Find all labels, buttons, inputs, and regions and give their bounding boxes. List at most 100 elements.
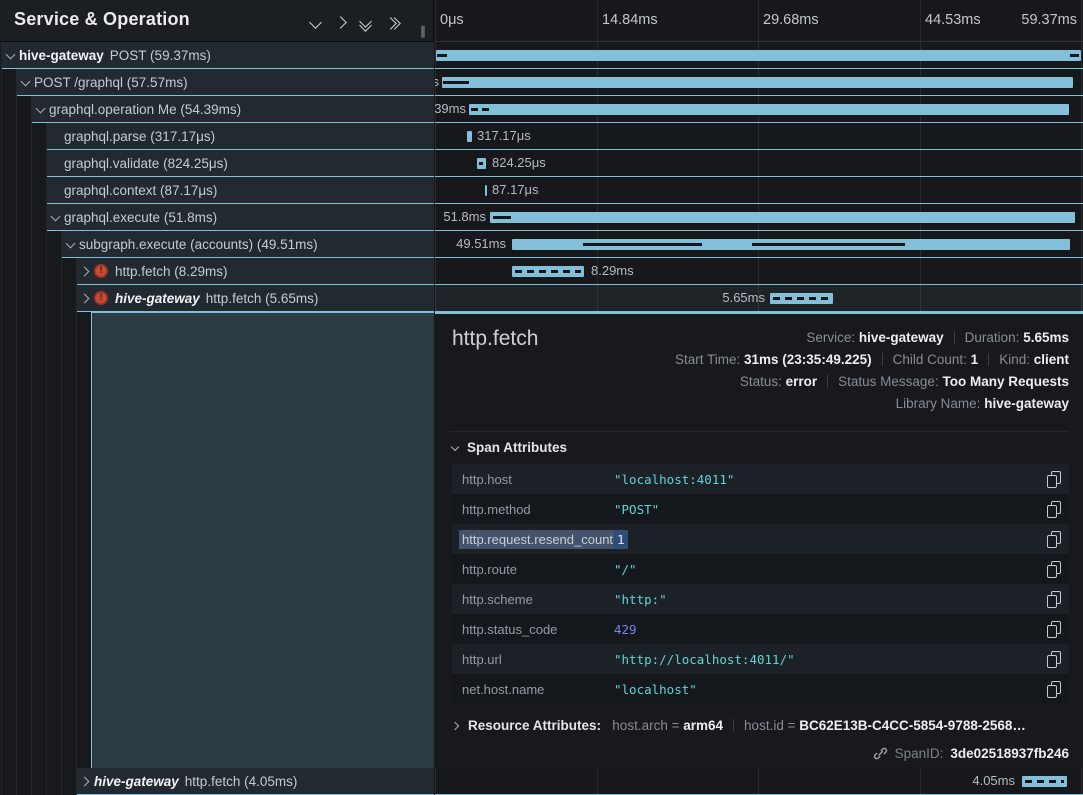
- meta-status-message: Too Many Requests: [942, 374, 1069, 389]
- copy-icon[interactable]: [1046, 681, 1061, 698]
- copy-icon[interactable]: [1046, 621, 1061, 638]
- span-bar-row[interactable]: 824.25μs: [435, 150, 1083, 177]
- timeline-axis: 0μs 14.84ms 29.68ms 44.53ms 59.37ms: [435, 0, 1083, 42]
- tree-row-hive-gateway-post[interactable]: hive-gateway POST (59.37ms): [2, 42, 434, 69]
- meta-line-2: Start Time: 31ms (23:35:49.225)Child Cou…: [675, 349, 1069, 371]
- duration-label: 54.39ms: [435, 96, 466, 122]
- span-bar-row[interactable]: 57.57ms: [435, 69, 1083, 96]
- span-bar[interactable]: [490, 212, 1075, 223]
- duration-label: 57.57ms: [435, 69, 439, 95]
- span-bar[interactable]: [485, 185, 487, 196]
- chevron-right-icon[interactable]: [80, 777, 90, 787]
- attribute-key: http.method: [462, 502, 614, 517]
- tree-row-graphql-execute[interactable]: graphql.execute (51.8ms): [47, 204, 434, 231]
- chevron-down-icon[interactable]: [21, 77, 31, 87]
- trace-viewer: Service & Operation ∥ hive-gateway POST …: [0, 0, 1083, 795]
- tree-row-graphql-operation[interactable]: graphql.operation Me (54.39ms): [32, 96, 434, 123]
- span-bar-row[interactable]: 54.39ms: [435, 96, 1083, 123]
- attribute-value: "/": [614, 562, 1046, 577]
- attribute-row: http.url "http://localhost:4011/": [452, 644, 1069, 674]
- tree-row-http-fetch-565-selected[interactable]: ! hive-gateway http.fetch (5.65ms): [77, 285, 434, 312]
- chevron-down-icon[interactable]: [66, 239, 76, 249]
- span-label: POST /graphql (57.57ms): [34, 75, 188, 90]
- duration-label: 49.51ms: [435, 231, 506, 257]
- collapse-all-icon[interactable]: [361, 17, 370, 30]
- copy-icon[interactable]: [1046, 651, 1061, 668]
- span-bar-row[interactable]: 317.17μs: [435, 123, 1083, 150]
- attribute-key: http.route: [462, 562, 614, 577]
- span-attributes-header[interactable]: Span Attributes: [452, 440, 567, 455]
- span-label: http.fetch (8.29ms): [115, 264, 228, 279]
- service-name: hive-gateway: [115, 291, 200, 306]
- service-name: hive-gateway: [94, 774, 179, 789]
- tree-row-http-fetch-405[interactable]: hive-gateway http.fetch (4.05ms): [77, 768, 434, 795]
- chevron-down-icon[interactable]: [6, 50, 16, 60]
- indent-guide: [31, 42, 32, 795]
- chevron-down-icon[interactable]: [51, 212, 61, 222]
- axis-tick: 29.68ms: [763, 12, 819, 28]
- chevron-right-icon[interactable]: [80, 267, 90, 277]
- attribute-key: http.host: [462, 472, 614, 487]
- collapse-one-icon[interactable]: [311, 14, 320, 32]
- span-bar-row[interactable]: 87.17μs: [435, 177, 1083, 204]
- attribute-row: http.method "POST": [452, 494, 1069, 524]
- span-bar-row[interactable]: 8.29ms: [435, 258, 1083, 285]
- pane-resize-handle[interactable]: ∥: [420, 24, 427, 38]
- tree-row-graphql-validate[interactable]: graphql.validate (824.25μs): [47, 150, 434, 177]
- span-attributes-table: http.host "localhost:4011" http.method "…: [452, 464, 1069, 704]
- tree-row-subgraph-execute[interactable]: subgraph.execute (accounts) (49.51ms): [62, 231, 434, 258]
- span-bar-row[interactable]: 51.8ms: [435, 204, 1083, 231]
- attribute-row: http.host "localhost:4011": [452, 464, 1069, 494]
- span-bar-row[interactable]: 49.51ms: [435, 231, 1083, 258]
- span-bar[interactable]: [442, 77, 1073, 88]
- span-label: graphql.context (87.17μs): [64, 183, 217, 198]
- span-label: http.fetch (4.05ms): [185, 774, 298, 789]
- span-bar-row-selected[interactable]: 5.65ms: [435, 285, 1083, 312]
- attribute-value: 1: [614, 532, 1046, 547]
- span-bar[interactable]: [436, 50, 1081, 61]
- attribute-key: http.url: [462, 652, 614, 667]
- expand-one-icon[interactable]: [336, 14, 345, 32]
- span-bar-row[interactable]: 4.05ms: [435, 768, 1083, 795]
- detail-meta: Service: hive-gatewayDuration: 5.65ms St…: [675, 327, 1069, 415]
- divider: [449, 431, 1069, 432]
- tree-row-post-graphql[interactable]: POST /graphql (57.57ms): [17, 69, 434, 96]
- copy-icon[interactable]: [1046, 561, 1061, 578]
- tree-row-graphql-parse[interactable]: graphql.parse (317.17μs): [47, 123, 434, 150]
- span-bar[interactable]: [467, 131, 472, 142]
- attribute-row-selected: http.request.resend_count 1: [452, 524, 1069, 554]
- attribute-value: "http:": [614, 592, 1046, 607]
- attribute-key: net.host.name: [462, 682, 614, 697]
- expand-all-icon[interactable]: [386, 19, 399, 28]
- span-bar[interactable]: [512, 266, 584, 277]
- copy-icon[interactable]: [1046, 531, 1061, 548]
- copy-icon[interactable]: [1046, 471, 1061, 488]
- chevron-down-icon[interactable]: [36, 104, 46, 114]
- span-label: graphql.parse (317.17μs): [64, 129, 215, 144]
- attribute-row: http.scheme "http:": [452, 584, 1069, 614]
- span-label: graphql.operation Me (54.39ms): [49, 102, 241, 117]
- span-bar-row[interactable]: [435, 42, 1083, 69]
- span-bar[interactable]: [1022, 776, 1067, 787]
- resource-key: host.arch: [612, 718, 668, 733]
- resource-attributes-row[interactable]: Resource Attributes: host.arch = arm64ho…: [452, 718, 1026, 733]
- span-bar[interactable]: [770, 293, 833, 304]
- timeline-pane: 0μs 14.84ms 29.68ms 44.53ms 59.37ms 57.5…: [435, 0, 1083, 795]
- copy-icon[interactable]: [1046, 591, 1061, 608]
- duration-label: 4.05ms: [435, 768, 1015, 794]
- service-name: hive-gateway: [19, 48, 104, 63]
- tree-row-http-fetch-829[interactable]: ! http.fetch (8.29ms): [77, 258, 434, 285]
- resource-value: BC62E13B-C4CC-5854-9788-2568…: [799, 718, 1026, 733]
- attribute-value: "localhost": [614, 682, 1046, 697]
- chevron-right-icon[interactable]: [80, 294, 90, 304]
- span-detail-panel: http.fetch Service: hive-gatewayDuration…: [435, 312, 1083, 768]
- copy-icon[interactable]: [1046, 501, 1061, 518]
- span-bar[interactable]: [512, 239, 1070, 250]
- error-icon: !: [94, 264, 108, 278]
- tree-row-graphql-context[interactable]: graphql.context (87.17μs): [47, 177, 434, 204]
- duration-label: 5.65ms: [435, 285, 765, 311]
- span-label: subgraph.execute (accounts) (49.51ms): [79, 237, 318, 252]
- span-bar[interactable]: [469, 104, 1069, 115]
- link-icon[interactable]: [873, 746, 888, 761]
- span-bar[interactable]: [477, 158, 486, 169]
